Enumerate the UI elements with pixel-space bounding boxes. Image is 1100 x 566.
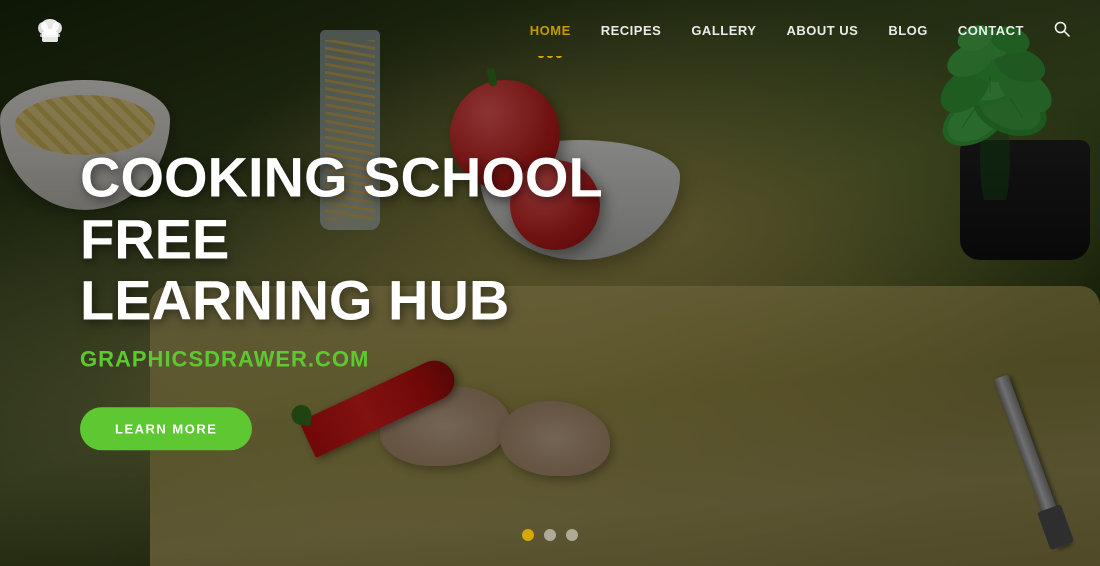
chef-icon	[30, 11, 70, 51]
hero-title: COOKING SCHOOL FREE LEARNING HUB	[80, 146, 660, 331]
hero-section: HOME RECIPES GALLERY ABOUT US BLOG CONTA…	[0, 0, 1100, 566]
nav-item-about[interactable]: ABOUT US	[786, 22, 858, 40]
search-button[interactable]	[1054, 21, 1070, 42]
nav-link-about[interactable]: ABOUT US	[786, 23, 858, 38]
slider-dots	[522, 529, 578, 541]
slider-dot-3[interactable]	[566, 529, 578, 541]
logo[interactable]	[30, 11, 70, 51]
learn-more-button[interactable]: LEARN MORE	[80, 407, 252, 450]
nav-item-home[interactable]: HOME	[530, 22, 571, 40]
hero-content: COOKING SCHOOL FREE LEARNING HUB GRAPHIC…	[80, 146, 660, 450]
nav-link-home[interactable]: HOME	[530, 23, 571, 38]
navbar: HOME RECIPES GALLERY ABOUT US BLOG CONTA…	[0, 0, 1100, 62]
nav-item-blog[interactable]: BLOG	[888, 22, 928, 40]
slider-dot-2[interactable]	[544, 529, 556, 541]
nav-link-gallery[interactable]: GALLERY	[691, 23, 756, 38]
nav-item-contact[interactable]: CONTACT	[958, 22, 1024, 40]
hero-title-line2: LEARNING HUB	[80, 268, 509, 331]
nav-item-gallery[interactable]: GALLERY	[691, 22, 756, 40]
nav-link-blog[interactable]: BLOG	[888, 23, 928, 38]
hero-title-line1: COOKING SCHOOL FREE	[80, 145, 602, 270]
nav-links: HOME RECIPES GALLERY ABOUT US BLOG CONTA…	[530, 21, 1070, 42]
nav-link-recipes[interactable]: RECIPES	[601, 23, 662, 38]
nav-item-recipes[interactable]: RECIPES	[601, 22, 662, 40]
hero-subtitle: GRAPHICSDRAWER.COM	[80, 346, 660, 372]
nav-link-contact[interactable]: CONTACT	[958, 23, 1024, 38]
search-icon[interactable]	[1054, 24, 1070, 41]
slider-dot-1[interactable]	[522, 529, 534, 541]
